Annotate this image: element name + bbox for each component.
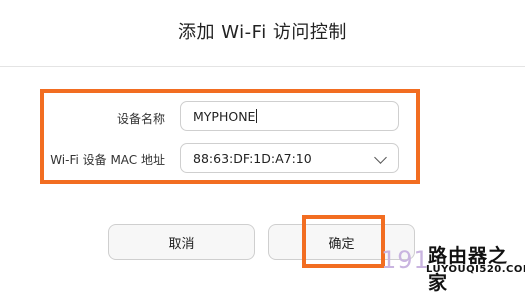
form-highlight-box [40, 89, 420, 184]
watermark-url: LUYOUQI520.COM [426, 264, 525, 275]
dialog-title: 添加 Wi-Fi 访问控制 [178, 22, 347, 43]
cancel-button[interactable]: 取消 [108, 224, 255, 260]
confirm-highlight-box [302, 215, 385, 268]
title-divider [0, 66, 525, 67]
watermark-number: 191 [381, 246, 430, 274]
